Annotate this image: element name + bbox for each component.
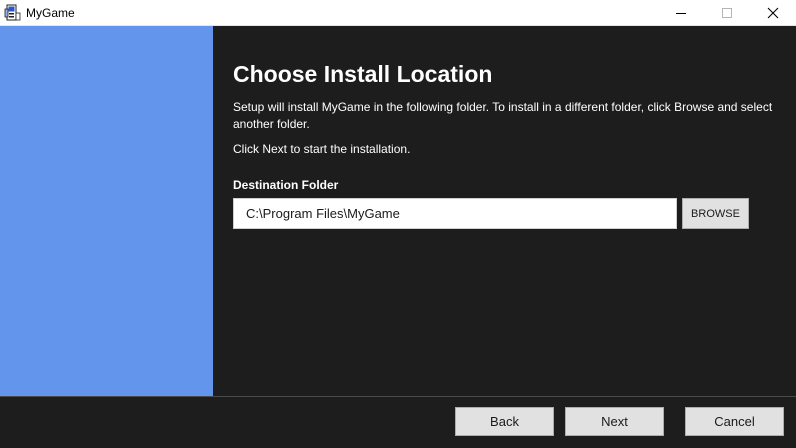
page-title: Choose Install Location xyxy=(233,61,493,87)
page-description: Setup will install MyGame in the followi… xyxy=(233,100,773,131)
destination-folder-label: Destination Folder xyxy=(233,178,339,192)
maximize-button[interactable] xyxy=(704,0,750,26)
close-button[interactable] xyxy=(750,0,796,26)
installer-window: MyGame Choose Install Location Setup wil… xyxy=(0,0,796,448)
minimize-icon xyxy=(676,13,686,14)
maximize-icon xyxy=(722,8,732,18)
sidebar-banner xyxy=(0,26,213,397)
destination-folder-input[interactable] xyxy=(233,198,677,229)
back-button[interactable]: Back xyxy=(455,407,554,436)
close-icon xyxy=(767,7,779,19)
window-title: MyGame xyxy=(26,6,75,20)
browse-button[interactable]: BROWSE xyxy=(682,198,749,229)
cancel-button[interactable]: Cancel xyxy=(685,407,784,436)
installer-app-icon xyxy=(4,4,21,21)
minimize-button[interactable] xyxy=(658,0,704,26)
wizard-footer: Back Next Cancel xyxy=(0,397,796,448)
page-instruction: Click Next to start the installation. xyxy=(233,142,411,156)
title-bar[interactable]: MyGame xyxy=(0,0,796,26)
install-location-panel: Choose Install Location Setup will insta… xyxy=(213,26,796,397)
next-button[interactable]: Next xyxy=(565,407,664,436)
